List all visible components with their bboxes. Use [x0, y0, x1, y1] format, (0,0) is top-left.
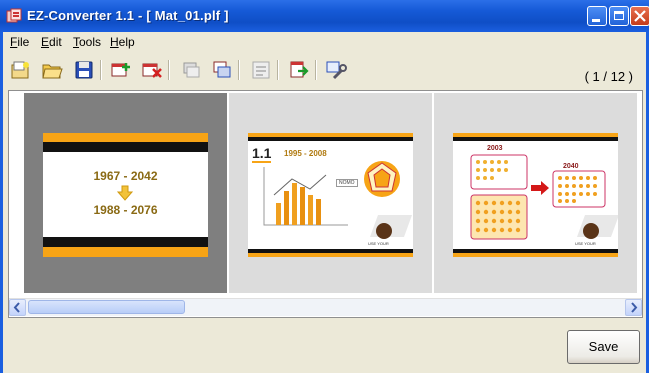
export-icon[interactable]	[288, 59, 310, 81]
open-folder-icon[interactable]	[41, 59, 63, 81]
radar-chart-graphic	[364, 161, 400, 197]
decorative-circle	[583, 223, 599, 239]
minimize-button[interactable]	[587, 6, 607, 26]
horizontal-scrollbar[interactable]	[9, 298, 642, 316]
add-slide-icon[interactable]	[110, 59, 132, 81]
maximize-button[interactable]	[609, 6, 629, 26]
new-project-icon[interactable]	[10, 59, 32, 81]
save-disk-icon[interactable]	[73, 59, 95, 81]
slide-footer: USE YOUR	[575, 241, 596, 246]
slide-footer: USE YOUR	[368, 241, 389, 246]
app-window: EZ-Converter 1.1 - [ Mat_01.plf ] File E…	[0, 0, 649, 373]
slide-thumbnail-2[interactable]: 1.1 1995 - 2008 NOMO USE YOUR	[229, 93, 432, 293]
toolbar-separator	[238, 60, 240, 80]
slide-viewer[interactable]: 1967 - 2042 1988 - 2076 1.1 1995 - 2008	[8, 90, 643, 318]
slide-text-line1: 1967 - 2042	[93, 169, 158, 183]
slide-preview: 2003 2040 USE YOUR	[453, 133, 618, 257]
close-button[interactable]	[630, 6, 649, 26]
properties-icon[interactable]	[250, 59, 272, 81]
menu-bar: File Edit Tools Help	[0, 32, 649, 52]
menu-help[interactable]: Help	[110, 35, 135, 49]
slide-preview: 1967 - 2042 1988 - 2076	[43, 133, 208, 257]
slide-date-range: 1995 - 2008	[284, 149, 327, 158]
decorative-circle	[376, 223, 392, 239]
slide-thumbnail-3[interactable]: 2003 2040 USE YOUR	[434, 93, 637, 293]
menu-tools[interactable]: Tools	[73, 35, 101, 49]
toolbar: ( 1 / 12 )	[0, 53, 649, 87]
title-bar[interactable]: EZ-Converter 1.1 - [ Mat_01.plf ]	[0, 0, 649, 32]
toolbar-separator	[277, 60, 279, 80]
minimize-icon	[592, 19, 600, 22]
delete-slide-icon[interactable]	[141, 59, 163, 81]
slide-year-left: 2003	[487, 145, 503, 152]
page-counter: ( 1 / 12 )	[584, 69, 633, 84]
close-icon	[634, 10, 646, 22]
slide-preview: 1.1 1995 - 2008 NOMO USE YOUR	[248, 133, 413, 257]
maximize-icon	[614, 11, 624, 20]
window-title: EZ-Converter 1.1 - [ Mat_01.plf ]	[27, 8, 229, 23]
chevron-left-icon	[13, 302, 20, 313]
slide-text-line2: 1988 - 2076	[93, 203, 158, 217]
save-button[interactable]: Save	[567, 330, 640, 364]
slide-section-number: 1.1	[252, 145, 272, 163]
scroll-thumb[interactable]	[28, 300, 185, 314]
scroll-right-button[interactable]	[625, 299, 642, 316]
move-forward-icon[interactable]	[211, 59, 233, 81]
toolbar-separator	[100, 60, 102, 80]
menu-edit[interactable]: Edit	[41, 35, 62, 49]
app-icon	[6, 8, 22, 23]
scroll-left-button[interactable]	[9, 299, 26, 316]
slide-thumbnail-1[interactable]: 1967 - 2042 1988 - 2076	[24, 93, 227, 293]
settings-wrench-icon[interactable]	[325, 59, 347, 81]
chevron-right-icon	[631, 302, 638, 313]
chart-callout-label: NOMO	[336, 179, 358, 187]
toolbar-separator	[315, 60, 317, 80]
toolbar-separator	[168, 60, 170, 80]
bar-chart-graphic	[263, 167, 348, 226]
move-back-icon[interactable]	[180, 59, 202, 81]
menu-file[interactable]: File	[10, 35, 29, 49]
down-arrow-icon	[117, 185, 133, 201]
